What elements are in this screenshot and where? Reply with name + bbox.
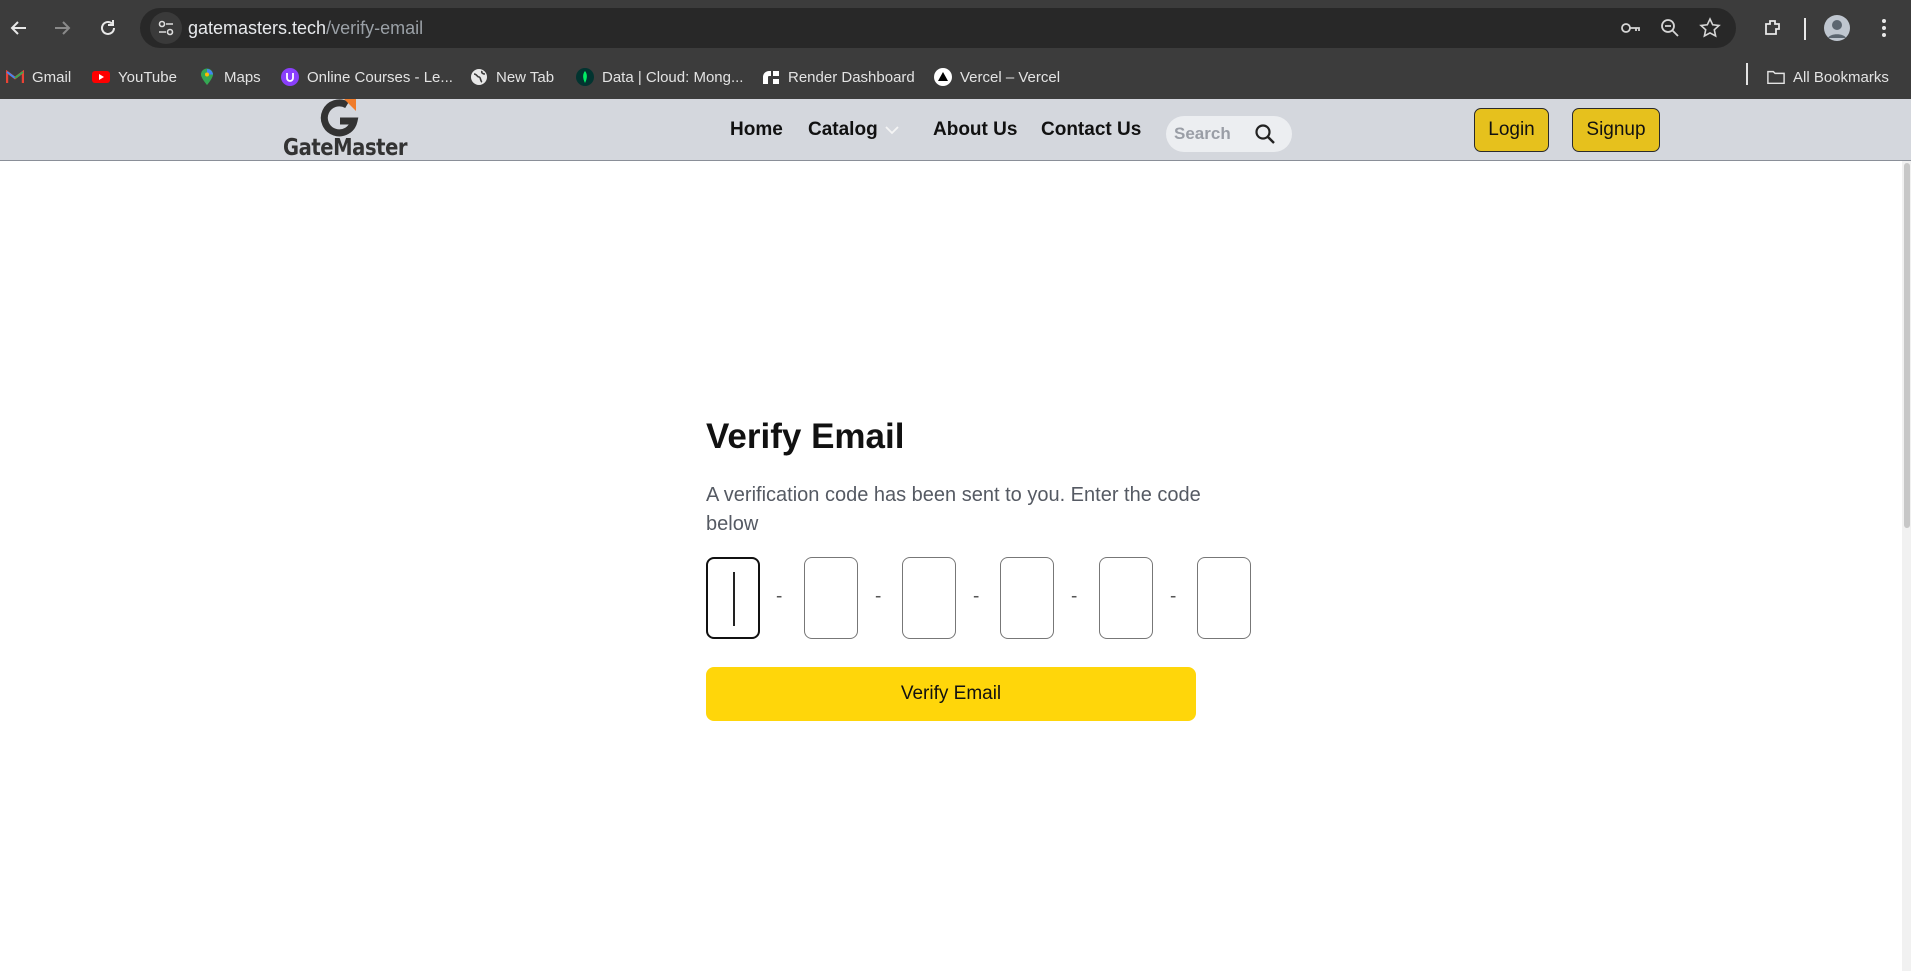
nav-home[interactable]: Home — [730, 119, 783, 141]
reload-icon[interactable] — [92, 12, 124, 44]
verify-description: A verification code has been sent to you… — [706, 484, 1201, 535]
bookmark-gmail[interactable]: Gmail — [6, 64, 71, 90]
login-button[interactable]: Login — [1474, 108, 1549, 152]
scrollbar-thumb[interactable] — [1904, 163, 1910, 528]
bookmark-star-icon[interactable] — [1698, 16, 1722, 40]
zoom-icon[interactable] — [1658, 16, 1682, 40]
otp-input-5[interactable] — [1099, 557, 1153, 639]
bookmark-label: Data | Cloud: Mong... — [602, 68, 744, 86]
toolbar-divider — [1804, 18, 1806, 40]
bookmark-youtube[interactable]: YouTube — [92, 64, 177, 90]
maps-icon — [198, 68, 216, 86]
bookmark-label: Maps — [224, 68, 261, 86]
otp-separator: - — [776, 586, 783, 607]
bookmark-online-courses[interactable]: Online Courses - Le... — [281, 64, 453, 90]
url-path: /verify-email — [326, 18, 424, 38]
extensions-icon[interactable] — [1757, 12, 1789, 44]
otp-input-4[interactable] — [1000, 557, 1054, 639]
logo-text: GateMaster — [283, 135, 408, 161]
verify-email-button[interactable]: Verify Email — [706, 667, 1196, 721]
vercel-icon — [934, 68, 952, 86]
bookmarks-divider — [1746, 63, 1748, 85]
folder-icon — [1767, 68, 1785, 86]
profile-avatar-icon[interactable] — [1821, 12, 1853, 44]
bookmark-maps[interactable]: Maps — [198, 64, 261, 90]
otp-input-6[interactable] — [1197, 557, 1251, 639]
otp-separator: - — [1170, 586, 1177, 607]
url-text[interactable]: gatemasters.tech/verify-email — [188, 18, 423, 39]
youtube-icon — [92, 68, 110, 86]
otp-separator: - — [875, 586, 882, 607]
gmail-icon — [6, 68, 24, 86]
bookmark-label: New Tab — [496, 68, 555, 86]
all-bookmarks-button[interactable]: All Bookmarks — [1767, 64, 1889, 90]
otp-input-3[interactable] — [902, 557, 956, 639]
search-icon[interactable] — [1254, 123, 1276, 145]
bookmark-label: Render Dashboard — [788, 68, 915, 86]
back-icon[interactable] — [3, 12, 35, 44]
bookmark-vercel[interactable]: Vercel – Vercel — [934, 64, 1060, 90]
otp-input-2[interactable] — [804, 557, 858, 639]
otp-input-1[interactable] — [706, 557, 760, 639]
nav-catalog[interactable]: Catalog — [808, 119, 900, 141]
nav-about[interactable]: About Us — [933, 119, 1017, 141]
bookmarks-bar: Gmail YouTube Maps Online Courses - Le..… — [0, 56, 1911, 99]
search-input[interactable] — [1174, 122, 1254, 146]
menu-icon[interactable] — [1868, 12, 1900, 44]
password-key-icon[interactable] — [1618, 16, 1642, 40]
forward-icon[interactable] — [46, 12, 78, 44]
otp-separator: - — [973, 586, 980, 607]
bookmark-mongodb[interactable]: Data | Cloud: Mong... — [576, 64, 743, 90]
otp-separator: - — [1071, 586, 1078, 607]
site-header: GateMaster Home Catalog About Us Contact… — [0, 99, 1911, 161]
bookmark-render[interactable]: Render Dashboard — [762, 64, 915, 90]
site-settings-icon[interactable] — [150, 12, 182, 44]
signup-button[interactable]: Signup — [1572, 108, 1660, 152]
courses-icon — [281, 68, 299, 86]
bookmark-label: Online Courses - Le... — [307, 68, 453, 86]
site-logo[interactable]: GateMaster — [283, 99, 408, 161]
mongodb-icon — [576, 68, 594, 86]
render-icon — [762, 68, 780, 86]
bookmark-new-tab[interactable]: New Tab — [470, 64, 554, 90]
bookmark-label: Vercel – Vercel — [960, 68, 1061, 86]
nav-catalog-label: Catalog — [808, 119, 878, 140]
browser-toolbar: gatemasters.tech/verify-email — [0, 0, 1911, 56]
chevron-down-icon — [884, 119, 900, 141]
page-title: Verify Email — [706, 417, 905, 456]
address-bar[interactable]: gatemasters.tech/verify-email — [140, 8, 1736, 48]
bookmark-label: Gmail — [32, 68, 72, 86]
nav-contact[interactable]: Contact Us — [1041, 119, 1141, 141]
globe-icon — [470, 68, 488, 86]
bookmark-label: YouTube — [118, 68, 177, 86]
search-box — [1166, 116, 1292, 152]
logo-g-icon — [320, 99, 359, 137]
all-bookmarks-label: All Bookmarks — [1793, 68, 1889, 86]
text-caret — [733, 572, 735, 626]
url-domain: gatemasters.tech — [188, 18, 327, 38]
